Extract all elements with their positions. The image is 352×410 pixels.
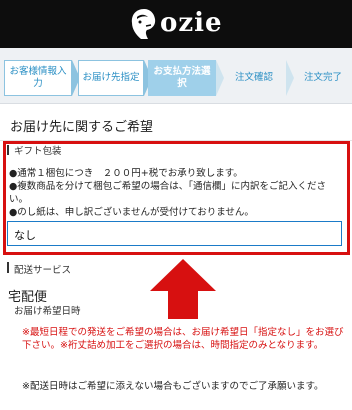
up-arrow-icon [150, 259, 216, 319]
delivery-notice: ※配送日時はご希望に添えない場合もございますのでご了承願います。 [22, 381, 324, 392]
delivery-date-label: お届け希望日時 [14, 306, 81, 317]
delivery-notice-red: ※最短日程での発送をご希望の場合は、お届け希望日「指定なし」をお選び下さい。※裄… [22, 327, 344, 351]
label-marker [7, 262, 9, 273]
step-order-confirm: 注文確認 [234, 72, 273, 83]
gift-note-line: ●のし紙は、申し訳ございませんが受付けておりません。 [9, 207, 254, 218]
brand-logo[interactable]: ozie [128, 6, 228, 42]
site-header: ozie [0, 0, 352, 48]
shipping-service-label: 配送サービス [14, 265, 72, 276]
gift-note-line: ●通常１梱包につき ２００円+税でお承り致します。 [9, 168, 243, 179]
page-title: お届け先に関するご希望 [10, 120, 154, 135]
step-customer-info[interactable]: お客様情報入力 [4, 60, 72, 96]
gift-wrapping-notes: ●通常１梱包につき ２００円+税でお承り致します。 ●複数商品を分けて梱包ご希望… [9, 167, 345, 219]
step-order-complete: 注文完了 [303, 72, 342, 83]
step-payment-method[interactable]: お支払方法選択 [148, 60, 216, 96]
gift-note-line: ●複数商品を分けて梱包ご希望の場合は、「通信欄」に内訳をご記入ください。 [9, 181, 327, 205]
checkout-steps: お客様情報入力 お届け先指定 お支払方法選択 注文確認 注文完了 [0, 48, 352, 104]
gift-wrapping-label: ギフト包装 [14, 146, 62, 157]
gift-wrapping-select[interactable]: なし [7, 221, 342, 246]
face-silhouette-icon [131, 9, 156, 39]
logo-text: ozie [160, 8, 223, 38]
step-delivery-address[interactable]: お届け先指定 [78, 60, 144, 96]
